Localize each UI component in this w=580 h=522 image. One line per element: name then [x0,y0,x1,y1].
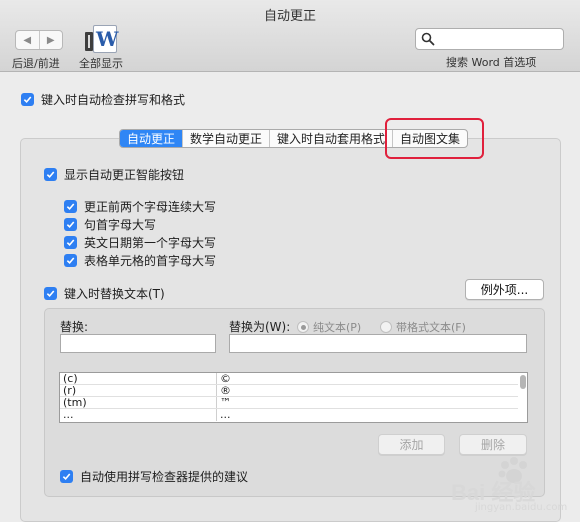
table-cell-from: (c) [60,373,217,384]
chevron-left-icon: ◀ [23,34,32,46]
table-cell-to: © [220,373,231,384]
table-cell-to: ™ [220,397,231,408]
switch-icon [85,32,93,51]
table-cell-from: (r) [60,385,217,396]
capitalize-sentences-option[interactable]: 句首字母大写 [64,216,156,233]
autocorrect-window: 自动更正 ◀ ▶ 后退/前进 W 全部显示 搜索 Word 首选项 键入时自动检… [0,0,580,522]
forward-button[interactable]: ▶ [38,31,63,49]
toolbar: 自动更正 ◀ ▶ 后退/前进 W 全部显示 搜索 Word 首选项 [0,0,580,72]
checkbox-checked-icon[interactable] [64,236,77,249]
option-label: 更正前两个字母连续大写 [84,200,217,214]
plain-text-radio[interactable]: 纯文本(P) [297,319,361,335]
search-label: 搜索 Word 首选项 [446,56,537,69]
show-smart-buttons-option[interactable]: 显示自动更正智能按钮 [44,166,184,183]
delete-button[interactable]: 删除 [459,434,527,455]
search-icon [421,32,435,46]
checkbox-checked-icon[interactable] [21,93,34,106]
checkbox-checked-icon[interactable] [44,287,57,300]
add-button[interactable]: 添加 [378,434,445,455]
replace-with-input[interactable] [229,334,527,353]
table-cell-from: ... [60,409,217,421]
show-all-label: 全部显示 [79,57,123,70]
checkbox-checked-icon[interactable] [60,470,73,483]
chevron-right-icon: ▶ [46,34,55,46]
show-all-button[interactable]: W [85,25,118,54]
replace-text-label: 键入时替换文本(T) [64,287,165,301]
capitalize-table-cells-option[interactable]: 表格单元格的首字母大写 [64,252,216,269]
back-button[interactable]: ◀ [16,31,39,49]
table-row[interactable]: (tm) ™ [60,397,518,409]
tab-autocorrect[interactable]: 自动更正 [120,130,183,147]
tab-highlight-annotation [385,118,484,159]
tab-math-autocorrect[interactable]: 数学自动更正 [182,130,269,147]
checkbox-checked-icon[interactable] [44,168,57,181]
window-title: 自动更正 [263,9,316,24]
exceptions-button[interactable]: 例外项... [465,279,544,300]
search-input[interactable] [415,28,564,50]
replacement-table[interactable]: (c) © (r) ® (tm) ™ ... ... [59,372,528,423]
spellcheck-suggestions-option[interactable]: 自动使用拼写检查器提供的建议 [60,468,248,485]
nav-buttons: ◀ ▶ [15,30,63,50]
auto-check-spelling-label: 键入时自动检查拼写和格式 [41,93,186,107]
nav-label: 后退/前进 [12,57,60,70]
replace-label: 替换: [60,320,89,334]
word-logo-letter: W [96,27,119,51]
table-cell-to: ... [220,409,231,421]
table-row[interactable]: ... ... [60,409,518,421]
table-scrollbar[interactable] [520,375,526,389]
replace-text-option[interactable]: 键入时替换文本(T) [44,285,165,302]
option-label: 句首字母大写 [84,218,157,232]
checkbox-checked-icon[interactable] [64,254,77,267]
plain-text-label: 纯文本(P) [313,321,362,334]
formatted-text-label: 带格式文本(F) [396,321,466,334]
replace-input[interactable] [60,334,216,353]
radio-unselected-icon [380,321,392,333]
table-row[interactable]: (r) ® [60,385,518,397]
table-cell-from: (tm) [60,397,217,408]
replace-with-label: 替换为(W): [229,320,291,334]
table-cell-to: ® [220,385,231,396]
show-smart-buttons-label: 显示自动更正智能按钮 [64,168,185,182]
correct-two-initial-caps-option[interactable]: 更正前两个字母连续大写 [64,198,216,215]
radio-selected-icon [297,321,309,333]
auto-check-spelling-option[interactable]: 键入时自动检查拼写和格式 [21,91,185,108]
table-row[interactable]: (c) © [60,373,518,385]
checkbox-checked-icon[interactable] [64,218,77,231]
tab-autoformat-as-you-type[interactable]: 键入时自动套用格式 [269,130,392,147]
checkbox-checked-icon[interactable] [64,200,77,213]
formatted-text-radio[interactable]: 带格式文本(F) [380,319,466,335]
capitalize-day-names-option[interactable]: 英文日期第一个字母大写 [64,234,216,251]
option-label: 英文日期第一个字母大写 [84,236,217,250]
option-label: 表格单元格的首字母大写 [84,254,217,268]
spellcheck-suggestions-label: 自动使用拼写检查器提供的建议 [80,470,249,484]
